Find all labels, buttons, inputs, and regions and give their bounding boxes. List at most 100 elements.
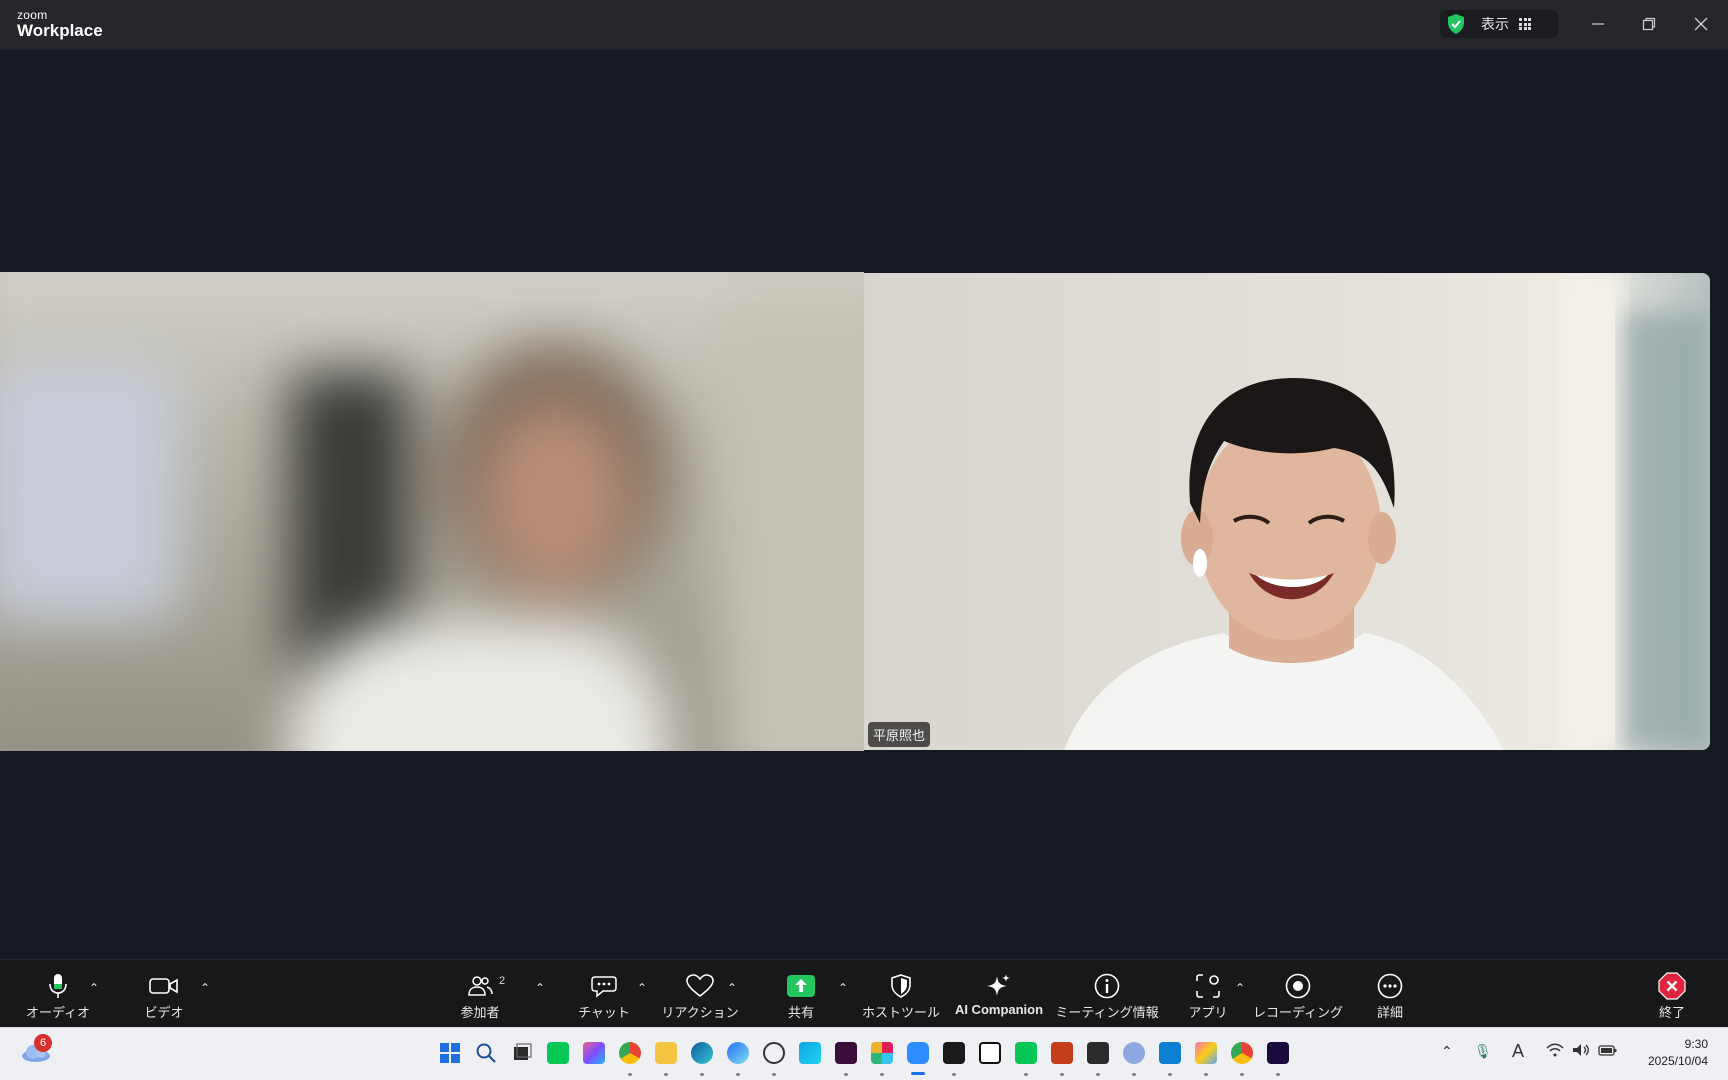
vscode-icon[interactable] xyxy=(1159,1042,1181,1064)
video-button[interactable]: ビデオ xyxy=(128,960,200,1028)
meeting-info-button[interactable]: ミーティング情報 xyxy=(1055,960,1159,1028)
shield-check-icon xyxy=(1447,14,1465,34)
participants-icon xyxy=(467,971,493,1001)
file-explorer-icon[interactable] xyxy=(655,1042,677,1064)
battery-icon[interactable] xyxy=(1598,1043,1618,1060)
clock-time: 9:30 xyxy=(1684,1037,1708,1051)
search-icon[interactable] xyxy=(475,1042,497,1064)
participants-button[interactable]: 参加者 xyxy=(446,960,514,1028)
chat-options-chevron-icon[interactable]: ⌃ xyxy=(637,981,647,995)
clock-date: 2025/10/04 xyxy=(1647,1054,1708,1068)
share-button[interactable]: 共有 xyxy=(770,960,832,1028)
audio-options-chevron-icon[interactable]: ⌃ xyxy=(89,981,99,995)
video-options-chevron-icon[interactable]: ⌃ xyxy=(200,981,210,995)
system-clock[interactable]: 9:30 2025/10/04 xyxy=(1648,1036,1708,1070)
apps-options-chevron-icon[interactable]: ⌃ xyxy=(1235,981,1245,995)
chevron-up-icon[interactable]: ⌃ xyxy=(1441,1043,1453,1060)
ime-icon[interactable]: A xyxy=(1512,1041,1524,1062)
weather-badge: 6 xyxy=(34,1034,52,1052)
end-meeting-icon xyxy=(1658,971,1686,1001)
logo-big-text: Workplace xyxy=(17,21,103,40)
blurred-video xyxy=(0,272,864,751)
app-icon[interactable] xyxy=(799,1042,821,1064)
more-button[interactable]: 詳細 xyxy=(1362,960,1418,1028)
more-dots-icon xyxy=(1377,971,1403,1001)
zoom-taskbar-icon[interactable] xyxy=(907,1042,929,1064)
participants-options-chevron-icon[interactable]: ⌃ xyxy=(535,981,545,995)
share-options-chevron-icon[interactable]: ⌃ xyxy=(838,981,848,995)
apps-button[interactable]: アプリ xyxy=(1178,960,1238,1028)
volume-icon[interactable] xyxy=(1572,1043,1590,1060)
shield-icon xyxy=(890,971,912,1001)
apps-label: アプリ xyxy=(1188,1005,1228,1020)
participants-count: 2 xyxy=(499,975,506,987)
start-icon[interactable] xyxy=(439,1042,461,1064)
chat-button[interactable]: チャット xyxy=(570,960,638,1028)
info-icon xyxy=(1094,971,1120,1001)
reactions-options-chevron-icon[interactable]: ⌃ xyxy=(727,981,737,995)
restore-icon[interactable] xyxy=(1637,12,1661,36)
minimize-icon[interactable] xyxy=(1586,12,1610,36)
participant-video xyxy=(864,273,1710,750)
end-meeting-button[interactable]: 終了 xyxy=(1648,960,1696,1028)
ai-companion-label: AI Companion xyxy=(954,1002,1044,1017)
powerpoint-icon[interactable] xyxy=(1051,1042,1073,1064)
browser-icon[interactable] xyxy=(727,1042,749,1064)
view-button[interactable]: 表示 xyxy=(1440,10,1558,38)
zoom-logo: zoom Workplace xyxy=(17,9,103,39)
audio-button[interactable]: オーディオ xyxy=(22,960,94,1028)
host-tools-button[interactable]: ホストツール xyxy=(862,960,940,1028)
r-app-icon[interactable] xyxy=(1123,1042,1145,1064)
kindle-icon[interactable] xyxy=(943,1042,965,1064)
more-label: 詳細 xyxy=(1376,1005,1403,1020)
record-icon xyxy=(1285,971,1311,1001)
line-app-icon-2[interactable] xyxy=(1015,1042,1037,1064)
terminal-icon[interactable] xyxy=(1087,1042,1109,1064)
audio-label: オーディオ xyxy=(25,1005,91,1020)
heart-icon xyxy=(686,971,714,1001)
video-label: ビデオ xyxy=(144,1005,184,1020)
share-label: 共有 xyxy=(787,1005,814,1020)
video-camera-icon xyxy=(149,971,179,1001)
logo-small-text: zoom xyxy=(17,8,48,22)
notion-icon[interactable] xyxy=(979,1042,1001,1064)
chat-label: チャット xyxy=(578,1005,630,1020)
weather-widget[interactable]: 6 xyxy=(20,1034,54,1063)
host-tools-label: ホストツール xyxy=(862,1005,941,1020)
ai-companion-button[interactable]: AI Companion xyxy=(950,960,1048,1028)
chrome-icon[interactable] xyxy=(619,1042,641,1064)
wifi-icon[interactable] xyxy=(1546,1043,1564,1060)
obs-icon[interactable] xyxy=(835,1042,857,1064)
participant-name-tag: 平原照也 xyxy=(868,722,931,747)
copilot-icon[interactable] xyxy=(583,1042,605,1064)
premiere-icon[interactable] xyxy=(1267,1042,1289,1064)
video-tile-left[interactable] xyxy=(0,272,864,751)
title-bar: zoom Workplace 表示 xyxy=(0,0,1728,50)
grid-icon xyxy=(1519,18,1531,30)
mic-tray-icon[interactable]: 🎙 xyxy=(1474,1043,1492,1060)
chatgpt-icon[interactable] xyxy=(763,1042,785,1064)
meeting-info-label: ミーティング情報 xyxy=(1055,1005,1159,1020)
apps-icon xyxy=(1195,971,1221,1001)
chat-icon xyxy=(591,971,617,1001)
slack-icon[interactable] xyxy=(871,1042,893,1064)
video-tile-right[interactable]: 平原照也 xyxy=(864,273,1710,750)
microphone-icon xyxy=(47,971,69,1001)
view-label: 表示 xyxy=(1481,16,1509,32)
close-icon[interactable] xyxy=(1689,12,1713,36)
photos-icon[interactable] xyxy=(1195,1042,1217,1064)
edge-icon[interactable] xyxy=(691,1042,713,1064)
sparkle-icon xyxy=(986,971,1012,1001)
recording-label: レコーディング xyxy=(1252,1005,1344,1020)
task-view-icon[interactable] xyxy=(511,1042,533,1064)
share-screen-icon xyxy=(787,971,815,1001)
end-label: 終了 xyxy=(1658,1005,1685,1020)
windows-taskbar: 6 ⌃ 🎙 A 9:30 2025/10/04 xyxy=(0,1027,1728,1080)
line-app-icon[interactable] xyxy=(547,1042,569,1064)
participants-label: 参加者 xyxy=(460,1005,500,1020)
meeting-toolbar: オーディオ ⌃ ビデオ ⌃ 参加者 2 ⌃ チャット ⌃ リアクション ⌃ 共有… xyxy=(0,959,1728,1027)
chrome-icon-2[interactable] xyxy=(1231,1042,1253,1064)
recording-button[interactable]: レコーディング xyxy=(1253,960,1343,1028)
reactions-label: リアクション xyxy=(661,1005,739,1020)
reactions-button[interactable]: リアクション xyxy=(661,960,739,1028)
